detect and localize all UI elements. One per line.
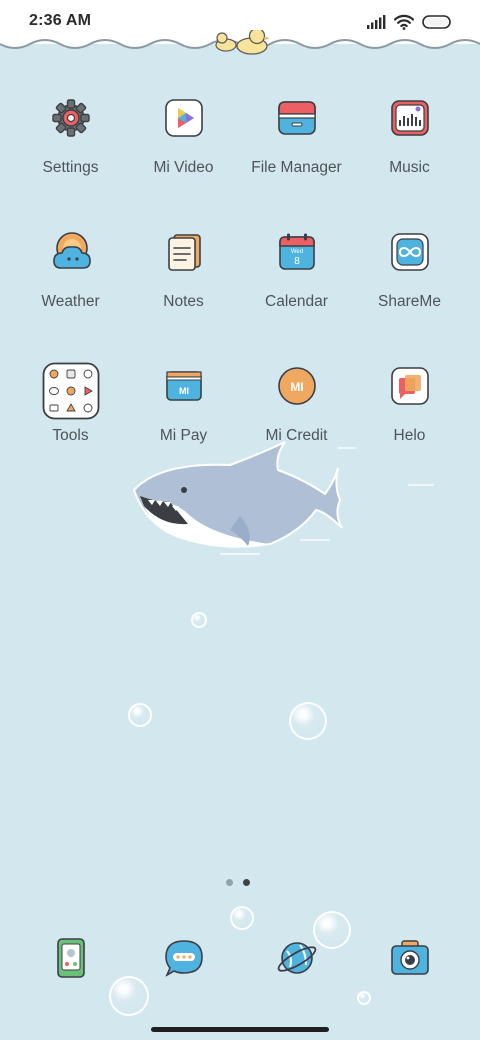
wallet-icon: MI <box>160 362 208 410</box>
calendar-icon: Wed 8 <box>273 228 321 276</box>
mi-credit-logo-text: MI <box>290 380 303 394</box>
status-icons <box>366 12 452 32</box>
status-time: 2:36 AM <box>29 12 92 29</box>
bubble-decoration <box>128 703 152 727</box>
app-file-manager[interactable]: File Manager <box>240 94 353 228</box>
calendar-day: 8 <box>294 256 300 267</box>
page-dot-1[interactable] <box>226 879 233 886</box>
folder-icon <box>273 94 321 142</box>
app-label: Tools <box>52 427 89 444</box>
app-label: Settings <box>42 159 99 176</box>
battery-icon <box>422 15 451 29</box>
bubble-decoration <box>191 612 207 628</box>
app-shareme[interactable]: ShareMe <box>353 228 466 362</box>
browser-icon[interactable] <box>273 934 321 982</box>
shark-illustration <box>132 441 434 555</box>
app-notes[interactable]: Notes <box>127 228 240 362</box>
phone-icon[interactable] <box>47 934 95 982</box>
bubble-decoration <box>289 702 327 740</box>
page-dot-2-current[interactable] <box>243 879 250 886</box>
helo-icon <box>386 362 434 410</box>
app-label: Calendar <box>265 293 328 310</box>
tools-folder-icon <box>42 362 100 420</box>
app-grid: Settings Mi Video File Manager Music Wea… <box>14 94 466 496</box>
app-label: ShareMe <box>378 293 441 310</box>
app-calendar[interactable]: Wed 8 Calendar <box>240 228 353 362</box>
app-weather[interactable]: Weather <box>14 228 127 362</box>
shareme-icon <box>386 228 434 276</box>
app-label: Notes <box>163 293 204 310</box>
water-wave-decoration <box>0 30 480 55</box>
messages-icon[interactable] <box>160 934 208 982</box>
app-label: File Manager <box>251 159 342 176</box>
app-music[interactable]: Music <box>353 94 466 228</box>
bubble-decoration <box>230 906 254 930</box>
music-icon <box>386 94 434 142</box>
signal-icon <box>367 15 386 29</box>
app-label: Music <box>389 159 430 176</box>
bubble-decoration <box>357 991 371 1005</box>
app-tools-folder[interactable]: Tools <box>14 362 127 496</box>
calendar-weekday: Wed <box>290 249 302 255</box>
mi-credit-icon: MI <box>273 362 321 410</box>
dock <box>14 934 466 982</box>
notes-icon <box>160 228 208 276</box>
weather-icon <box>47 228 95 276</box>
app-mi-video[interactable]: Mi Video <box>127 94 240 228</box>
app-settings[interactable]: Settings <box>14 94 127 228</box>
camera-icon[interactable] <box>386 934 434 982</box>
app-label: Weather <box>41 293 100 310</box>
app-label: Mi Video <box>153 159 214 176</box>
mi-pay-logo-text: MI <box>179 386 189 396</box>
bubble-decoration <box>109 976 149 1016</box>
wifi-icon <box>394 14 414 30</box>
play-icon <box>160 94 208 142</box>
page-indicator[interactable] <box>226 879 250 886</box>
home-indicator[interactable] <box>151 1027 329 1032</box>
gear-icon <box>47 94 95 142</box>
